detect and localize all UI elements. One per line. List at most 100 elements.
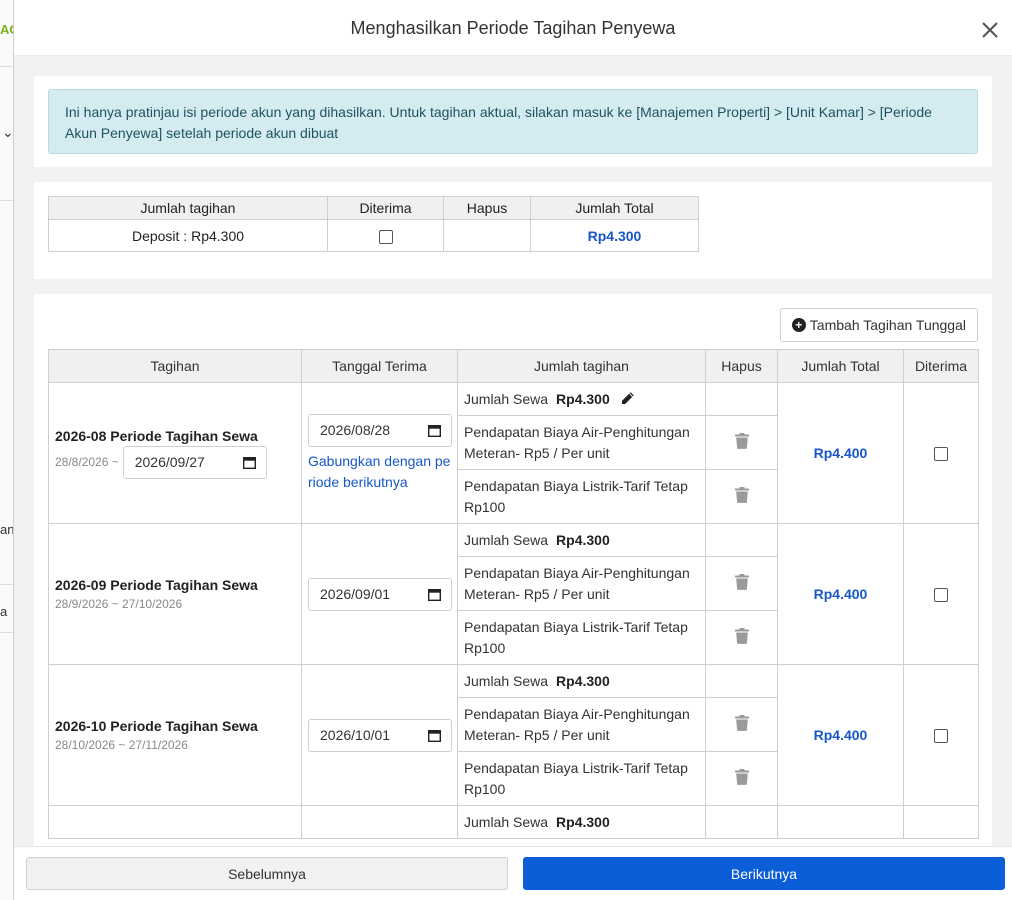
period-cell: 2026-08 Periode Tagihan Sewa 28/8/2026 ~…	[48, 382, 302, 524]
background-fragment: AG	[0, 22, 13, 37]
background-fragment: an	[0, 522, 14, 537]
bill-item-water: Pendapatan Biaya Air-Penghitungan Metera…	[457, 697, 706, 752]
total-cell	[777, 805, 904, 839]
pencil-icon[interactable]	[620, 391, 635, 406]
receive-date-cell: 2026/09/01	[301, 523, 458, 665]
background-app: AG ⌄ an a	[0, 0, 14, 900]
delete-cell	[705, 664, 778, 698]
rent-amount: Rp4.300	[556, 672, 610, 689]
modal-header: Menghasilkan Periode Tagihan Penyewa	[14, 0, 1012, 56]
trash-icon[interactable]	[734, 487, 749, 503]
receive-date-cell	[301, 805, 458, 839]
receive-date-input[interactable]: 2026/08/28	[308, 413, 452, 447]
period-name: 2026-09 Periode Tagihan Sewa	[55, 577, 258, 593]
plus-circle-icon: +	[791, 318, 806, 332]
period-cell: 2026-09 Periode Tagihan Sewa 28/9/2026 ~…	[48, 523, 302, 665]
bill-item-rent: Jumlah Sewa Rp4.300	[457, 664, 706, 698]
received-cell	[903, 805, 979, 839]
deposit-table: Jumlah tagihan Diterima Hapus Jumlah Tot…	[48, 196, 699, 252]
modal-body: Ini hanya pratinjau isi periode akun yan…	[14, 56, 1012, 846]
calendar-icon	[428, 588, 441, 601]
bill-item-rent: Jumlah Sewa Rp4.300	[457, 523, 706, 557]
next-button[interactable]: Berikutnya	[523, 857, 1005, 890]
period-cell	[48, 805, 302, 839]
info-card: Ini hanya pratinjau isi periode akun yan…	[34, 76, 992, 167]
info-alert: Ini hanya pratinjau isi periode akun yan…	[48, 89, 978, 154]
calendar-icon	[428, 424, 441, 437]
column-header: Diterima	[903, 349, 979, 383]
periods-card: + Tambah Tagihan Tunggal Tagihan Tanggal…	[34, 294, 992, 846]
receive-date-cell: 2026/10/01	[301, 664, 458, 806]
date-value: 2026/10/01	[320, 727, 391, 743]
bill-item-electric: Pendapatan Biaya Listrik-Tarif Tetap Rp1…	[457, 610, 706, 665]
bill-item-electric: Pendapatan Biaya Listrik-Tarif Tetap Rp1…	[457, 751, 706, 806]
background-divider	[0, 584, 13, 585]
rent-amount: Rp4.300	[556, 390, 610, 407]
column-header: Tanggal Terima	[301, 349, 458, 383]
table-row: 2026-10 Periode Tagihan Sewa 28/10/2026 …	[48, 664, 979, 806]
table-row: Deposit : Rp4.300 Rp4.300	[48, 219, 699, 252]
column-header: Hapus	[443, 196, 531, 220]
rent-label: Jumlah Sewa	[464, 531, 549, 548]
close-icon[interactable]	[980, 20, 1000, 40]
background-fragment: a	[0, 604, 8, 619]
column-header: Jumlah Total	[530, 196, 699, 220]
period-end-date-input[interactable]: 2026/09/27	[122, 445, 267, 479]
period-received-checkbox[interactable]	[934, 447, 948, 462]
receive-date-input[interactable]: 2026/10/01	[308, 718, 452, 752]
bill-item-water: Pendapatan Biaya Air-Penghitungan Metera…	[457, 556, 706, 611]
background-divider	[0, 200, 13, 201]
date-value: 2026/09/27	[134, 454, 205, 470]
period-name: 2026-10 Periode Tagihan Sewa	[55, 718, 258, 734]
rent-amount: Rp4.300	[556, 813, 610, 830]
calendar-icon	[242, 456, 256, 469]
table-row: Jumlah Sewa Rp4.300	[48, 805, 979, 839]
rent-label: Jumlah Sewa	[464, 390, 549, 407]
deposit-received-checkbox[interactable]	[378, 229, 393, 244]
receive-date-input[interactable]: 2026/09/01	[308, 577, 452, 611]
trash-icon[interactable]	[734, 769, 749, 785]
rent-label: Jumlah Sewa	[464, 813, 549, 830]
trash-icon[interactable]	[734, 628, 749, 644]
merge-next-period-link[interactable]: Gabungkan dengan periode berikutnya	[308, 451, 451, 493]
column-header: Hapus	[705, 349, 778, 383]
column-header: Jumlah Total	[777, 349, 904, 383]
delete-cell	[705, 805, 778, 839]
deposit-amount: Deposit : Rp4.300	[48, 219, 328, 252]
delete-cell	[705, 382, 778, 416]
background-divider	[0, 66, 13, 67]
deposit-card: Jumlah tagihan Diterima Hapus Jumlah Tot…	[34, 182, 992, 279]
previous-button[interactable]: Sebelumnya	[26, 857, 508, 890]
modal-footer: Sebelumnya Berikutnya	[14, 846, 1012, 900]
column-header: Diterima	[327, 196, 444, 220]
bill-item-electric: Pendapatan Biaya Listrik-Tarif Tetap Rp1…	[457, 469, 706, 524]
receive-date-cell: 2026/08/28 Gabungkan dengan periode beri…	[301, 382, 458, 524]
period-received-checkbox[interactable]	[934, 588, 948, 603]
period-received-checkbox[interactable]	[934, 729, 948, 744]
table-row: 2026-08 Periode Tagihan Sewa 28/8/2026 ~…	[48, 382, 979, 524]
period-name: 2026-08 Periode Tagihan Sewa	[55, 427, 258, 444]
bill-item-water: Pendapatan Biaya Air-Penghitungan Metera…	[457, 415, 706, 470]
modal-title: Menghasilkan Periode Tagihan Penyewa	[350, 18, 676, 38]
calendar-icon	[428, 729, 441, 742]
deposit-total: Rp4.300	[587, 227, 642, 244]
background-chevron-icon: ⌄	[2, 124, 14, 140]
add-single-bill-label: Tambah Tagihan Tunggal	[809, 317, 966, 333]
trash-icon[interactable]	[734, 574, 749, 590]
period-total: Rp4.400	[813, 727, 868, 743]
date-value: 2026/08/28	[320, 422, 391, 438]
period-range: 28/9/2026 ~ 27/10/2026	[55, 597, 183, 611]
bill-item-rent: Jumlah Sewa Rp4.300	[457, 382, 706, 416]
period-range: 28/10/2026 ~ 27/11/2026	[55, 738, 188, 752]
column-header: Tagihan	[48, 349, 302, 383]
background-divider	[0, 632, 13, 633]
rent-amount: Rp4.300	[556, 531, 610, 548]
trash-icon[interactable]	[734, 715, 749, 731]
add-single-bill-button[interactable]: + Tambah Tagihan Tunggal	[779, 308, 978, 342]
rent-label: Jumlah Sewa	[464, 672, 549, 689]
table-row: 2026-09 Periode Tagihan Sewa 28/9/2026 ~…	[48, 523, 979, 665]
date-value: 2026/09/01	[320, 586, 391, 602]
period-total: Rp4.400	[813, 586, 868, 602]
bill-item-rent: Jumlah Sewa Rp4.300	[457, 805, 706, 839]
trash-icon[interactable]	[734, 433, 749, 449]
